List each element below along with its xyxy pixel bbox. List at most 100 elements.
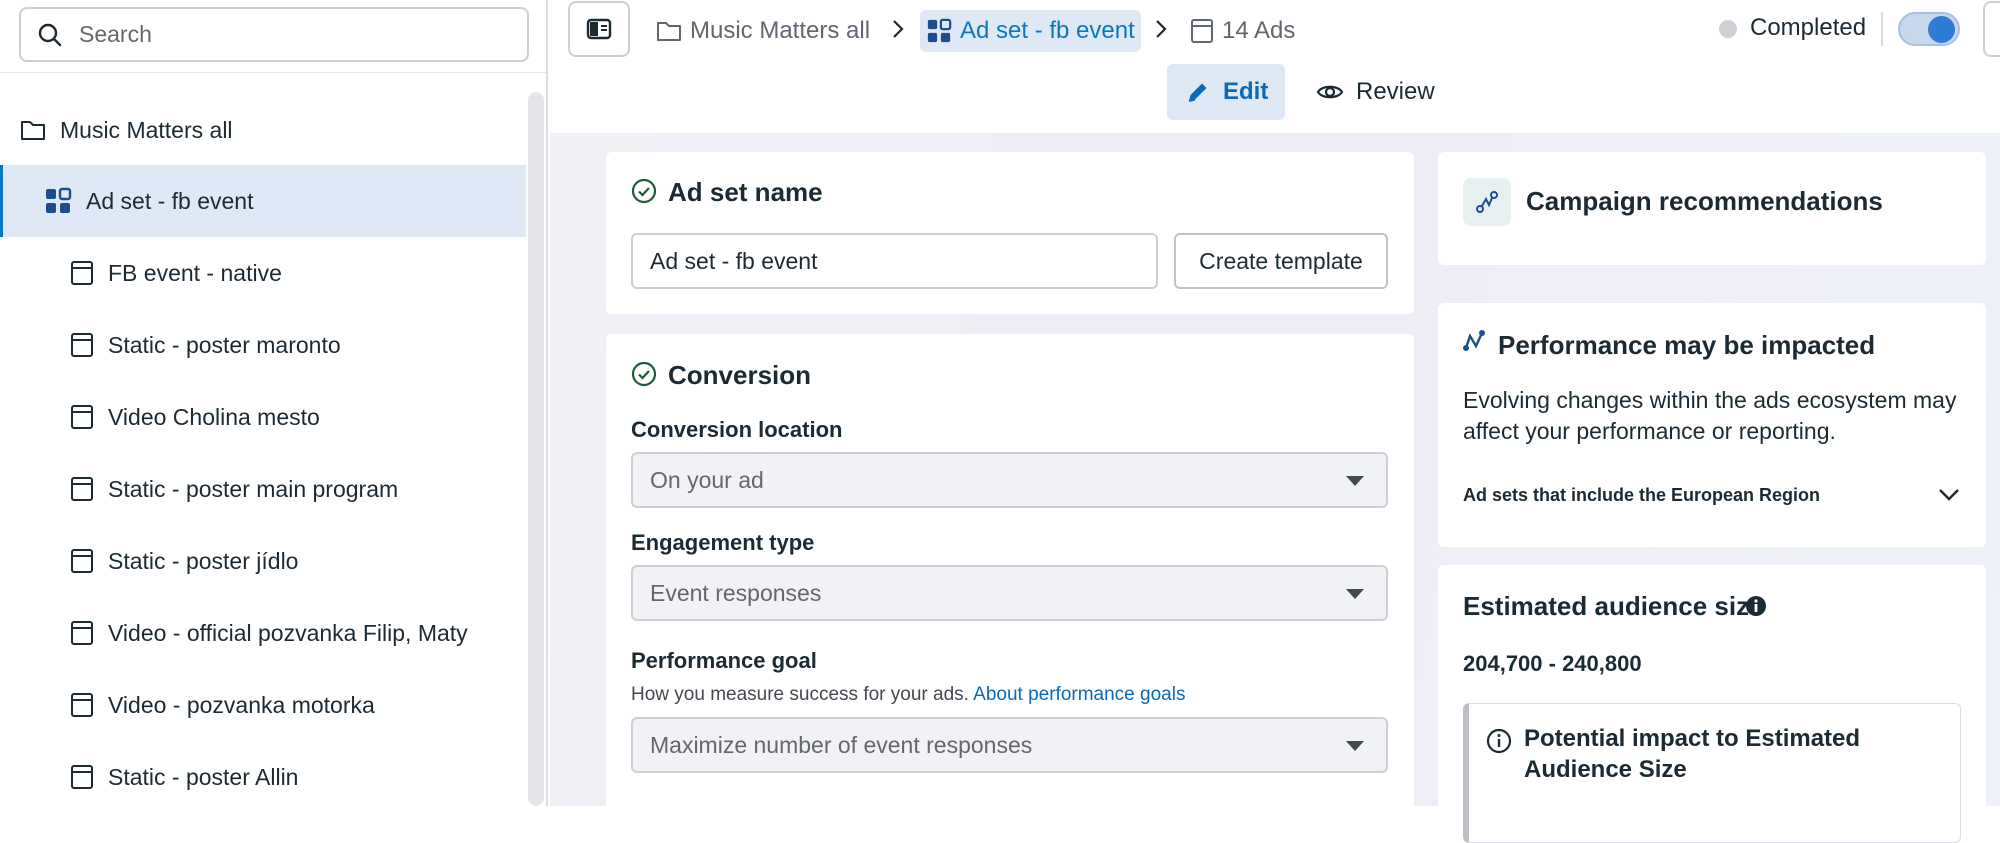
ad-icon: [70, 332, 94, 358]
status-toggle[interactable]: [1898, 12, 1960, 46]
folder-icon: [656, 20, 682, 42]
sidebar-item-label: Static - poster maronto: [108, 331, 341, 358]
edit-label: Edit: [1223, 78, 1269, 105]
performance-goal-help: How you measure success for your ads. Ab…: [631, 684, 1185, 706]
main-content: Ad set name Create template Conversion C…: [550, 133, 2000, 843]
ad-icon: [1190, 18, 1214, 44]
sidebar: Music Matters all Ad set - fb event FB e…: [0, 0, 548, 806]
about-performance-goals-link[interactable]: About performance goals: [973, 684, 1185, 705]
review-mode-button[interactable]: Review: [1298, 64, 1453, 120]
caret-down-icon: [1346, 589, 1364, 599]
conversion-location-select[interactable]: On your ad: [631, 452, 1388, 508]
search-box[interactable]: [19, 7, 529, 62]
conversion-location-label: Conversion location: [631, 417, 843, 442]
adset-name-title: Ad set name: [668, 177, 823, 207]
eye-icon: [1316, 81, 1344, 103]
sidebar-item-label: Music Matters all: [60, 116, 233, 143]
sidebar-item-ad[interactable]: Static - poster maronto: [0, 309, 526, 381]
campaign-recommendations-title: Campaign recommendations: [1526, 186, 1883, 216]
sidebar-item-ad[interactable]: Video - official pozvanka Filip, Maty: [0, 597, 526, 669]
check-circle-icon: [631, 178, 657, 204]
trend-line-icon: [1461, 328, 1487, 354]
sidebar-item-ad[interactable]: FB event - native: [0, 237, 526, 309]
adset-grid-icon: [44, 187, 72, 215]
european-region-expander-label: Ad sets that include the European Region: [1463, 485, 1821, 505]
performance-goal-value: Maximize number of event responses: [650, 731, 1033, 758]
check-circle-icon: [631, 361, 657, 387]
adset-grid-icon: [926, 18, 952, 44]
ad-icon: [70, 692, 94, 718]
ad-icon: [70, 476, 94, 502]
sidebar-item-adset[interactable]: Ad set - fb event: [0, 165, 526, 237]
sidebar-item-label: Video Cholina mesto: [108, 403, 320, 430]
edit-mode-button[interactable]: Edit: [1167, 64, 1285, 120]
chevron-right-icon: [891, 18, 905, 40]
engagement-type-label: Engagement type: [631, 530, 815, 555]
breadcrumb-adset[interactable]: Ad set - fb event: [920, 10, 1141, 52]
campaign-recommendations-card[interactable]: Campaign recommendations: [1438, 152, 1986, 265]
sidebar-item-ad[interactable]: Static - poster jídlo: [0, 525, 526, 597]
ad-icon: [70, 548, 94, 574]
estimated-audience-title: Estimated audience size: [1463, 591, 1764, 621]
info-outline-icon: [1486, 728, 1512, 754]
sidebar-item-ad[interactable]: Video - pozvanka motorka: [0, 669, 526, 741]
engagement-type-value: Event responses: [650, 579, 822, 606]
status-dot: [1719, 20, 1737, 38]
review-label: Review: [1356, 78, 1435, 105]
caret-down-icon: [1346, 476, 1364, 486]
sidebar-divider: [0, 72, 546, 73]
conversion-card: Conversion Conversion location On your a…: [606, 334, 1414, 834]
ad-icon: [70, 620, 94, 646]
create-template-button[interactable]: Create template: [1174, 233, 1388, 289]
panel-icon: [586, 18, 612, 40]
conversion-title: Conversion: [668, 360, 812, 390]
pencil-icon: [1185, 79, 1211, 105]
breadcrumb-campaign[interactable]: Music Matters all: [656, 10, 870, 52]
search-icon: [37, 22, 63, 48]
engagement-type-select[interactable]: Event responses: [631, 565, 1388, 621]
performance-impact-title: Performance may be impacted: [1498, 330, 1876, 360]
toggle-knob: [1928, 16, 1955, 43]
breadcrumb-campaign-label: Music Matters all: [690, 17, 871, 44]
folder-icon: [20, 119, 46, 141]
sidebar-item-ad[interactable]: Video Cholina mesto: [0, 381, 526, 453]
status-label: Completed: [1750, 14, 1867, 41]
breadcrumb-ads[interactable]: 14 Ads: [1190, 10, 1295, 52]
sidebar-scrollbar[interactable]: [528, 92, 544, 806]
sidebar-item-label: Static - poster jídlo: [108, 547, 299, 574]
sidebar-item-label: Static - poster Allin: [108, 763, 299, 790]
audience-size-range: 204,700 - 240,800: [1463, 651, 1642, 676]
chevron-right-icon: [1154, 18, 1168, 40]
sidebar-item-label: Static - poster main program: [108, 475, 399, 502]
ad-icon: [70, 764, 94, 790]
audience-impact-callout: Potential impact to Estimated Audience S…: [1463, 703, 1961, 843]
sidebar-item-campaign[interactable]: Music Matters all: [0, 94, 526, 166]
estimated-audience-card: Estimated audience size 204,700 - 240,80…: [1438, 565, 1986, 843]
audience-impact-title: Potential impact to Estimated Audience S…: [1524, 725, 1861, 783]
adset-name-input[interactable]: [631, 233, 1158, 289]
sidebar-item-ad[interactable]: Static - poster main program: [0, 453, 526, 525]
ad-icon: [70, 404, 94, 430]
sidebar-item-label: Video - pozvanka motorka: [108, 691, 375, 718]
info-icon[interactable]: [1745, 595, 1767, 617]
caret-down-icon: [1346, 741, 1364, 751]
sidebar-item-label: FB event - native: [108, 259, 282, 286]
performance-impact-body: Evolving changes within the ads ecosyste…: [1463, 387, 1957, 444]
adset-name-card: Ad set name Create template: [606, 152, 1414, 314]
more-button[interactable]: [1983, 1, 2000, 57]
ad-icon: [70, 260, 94, 286]
breadcrumb-ads-label: 14 Ads: [1222, 17, 1296, 44]
recommendations-icon: [1463, 178, 1511, 226]
sidebar-item-label: Video - official pozvanka Filip, Maty: [108, 619, 468, 646]
performance-goal-help-text: How you measure success for your ads.: [631, 684, 969, 705]
chevron-down-icon[interactable]: [1938, 487, 1960, 503]
breadcrumb-adset-label: Ad set - fb event: [960, 17, 1135, 44]
sidebar-item-ad[interactable]: Static - poster Allin: [0, 741, 526, 813]
performance-goal-select[interactable]: Maximize number of event responses: [631, 717, 1388, 773]
divider: [1881, 12, 1883, 46]
search-input[interactable]: [77, 20, 497, 49]
sidebar-item-label: Ad set - fb event: [86, 187, 254, 214]
toggle-sidebar-button[interactable]: [568, 1, 630, 57]
performance-goal-label: Performance goal: [631, 648, 817, 673]
conversion-location-value: On your ad: [650, 466, 764, 493]
